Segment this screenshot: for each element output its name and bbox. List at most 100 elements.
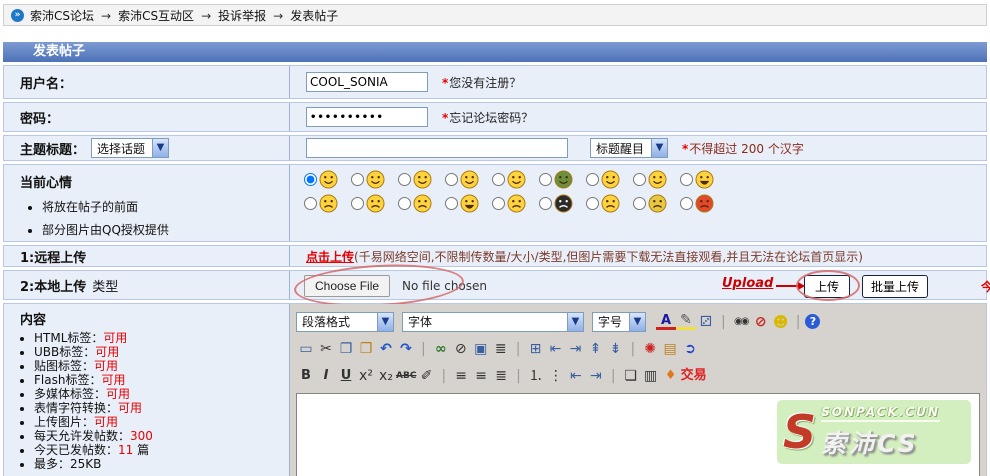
mood-option-wail[interactable]: [445, 194, 479, 213]
mood-radio-naughty[interactable]: [586, 173, 599, 186]
paste-icon[interactable]: ❒: [356, 340, 376, 358]
insert-link-icon[interactable]: ∞: [431, 340, 451, 358]
title-style-select[interactable]: 标题醒目▼: [590, 138, 668, 158]
delete-column-icon[interactable]: ⇟: [605, 340, 625, 358]
breadcrumb-link[interactable]: 索沛CS论坛: [30, 9, 94, 23]
mood-option-penguin[interactable]: [539, 194, 573, 213]
underline-icon[interactable]: U: [336, 367, 356, 385]
breadcrumb-link[interactable]: 发表帖子: [290, 9, 338, 23]
insert-image-icon[interactable]: ▣: [471, 340, 491, 358]
mood-radio-penguin[interactable]: [539, 197, 552, 210]
superscript-icon[interactable]: x²: [356, 367, 376, 385]
align-left-icon[interactable]: ≡: [451, 367, 471, 385]
delete-row-icon[interactable]: ⇞: [585, 340, 605, 358]
batch-upload-button[interactable]: 批量上传: [862, 275, 928, 298]
mood-option-snicker[interactable]: [351, 170, 385, 189]
highlight-icon[interactable]: ✎: [676, 314, 696, 330]
mood-radio-smile[interactable]: [304, 173, 317, 186]
insert-comment-icon[interactable]: ➲: [680, 340, 700, 358]
editor-toolbar-row-2: ▭✂❐❒↶↷|∞⊘▣≣|⊞⇤⇥⇞⇟|✺▤➲: [296, 335, 980, 362]
font-family-select[interactable]: 字体▼: [402, 312, 584, 332]
mood-option-sad[interactable]: [586, 194, 620, 213]
rule-value: 可用: [94, 415, 118, 429]
bullet-list-icon[interactable]: ⋮: [546, 367, 566, 385]
mood-radio-sweat[interactable]: [492, 197, 505, 210]
insert-row-icon[interactable]: ⇤: [545, 340, 565, 358]
username-hint[interactable]: *您没有注册？: [442, 74, 521, 91]
paragraph-format-select[interactable]: 段落格式▼: [296, 312, 394, 332]
mood-option-tongue[interactable]: [492, 170, 526, 189]
mood-option-dizzy[interactable]: [304, 194, 338, 213]
emoticon-icon[interactable]: ☻: [771, 313, 791, 331]
indent-icon[interactable]: ⇥: [586, 367, 606, 385]
breadcrumb-link[interactable]: 索沛CS互动区: [118, 9, 194, 23]
undo-icon[interactable]: ↶: [376, 340, 396, 358]
insert-media-icon[interactable]: ▤: [660, 340, 680, 358]
insert-table-icon[interactable]: ⊞: [525, 340, 545, 358]
mood-radio-hammer[interactable]: [633, 197, 646, 210]
special-char-icon[interactable]: ⚂: [696, 313, 716, 331]
mood-radio-surprised[interactable]: [680, 173, 693, 186]
align-center-icon[interactable]: ≡: [471, 367, 491, 385]
username-input[interactable]: [306, 72, 428, 92]
mood-radio-dizzy[interactable]: [304, 197, 317, 210]
upload-button[interactable]: 上传: [804, 275, 850, 298]
copy-icon[interactable]: ❐: [336, 340, 356, 358]
mood-radio-fury[interactable]: [680, 197, 693, 210]
mood-option-surprised[interactable]: [680, 170, 714, 189]
paste-word-blocked-icon[interactable]: ⊘: [751, 313, 771, 331]
eraser-icon[interactable]: ✐: [416, 367, 436, 385]
mood-option-sleepy[interactable]: [633, 170, 667, 189]
numbered-list-icon[interactable]: ⒈: [526, 367, 546, 385]
mood-option-love[interactable]: [445, 170, 479, 189]
outdent-icon[interactable]: ⇤: [566, 367, 586, 385]
help-icon[interactable]: ?: [805, 314, 820, 329]
bold-icon[interactable]: B: [296, 367, 316, 385]
topic-select[interactable]: 选择话题▼: [91, 138, 169, 158]
italic-icon[interactable]: I: [316, 367, 336, 385]
insert-flash-icon[interactable]: ✺: [640, 340, 660, 358]
mood-option-fury[interactable]: [680, 194, 714, 213]
mood-option-blush[interactable]: [398, 170, 432, 189]
find-icon[interactable]: ◉◉: [731, 313, 751, 331]
mood-option-hammer[interactable]: [633, 194, 667, 213]
font-size-select[interactable]: 字号▼: [592, 312, 646, 332]
align-right-icon[interactable]: ≣: [491, 367, 511, 385]
mood-option-smile[interactable]: [304, 170, 338, 189]
new-document-icon[interactable]: ▭: [296, 340, 316, 358]
redo-icon[interactable]: ↷: [396, 340, 416, 358]
strikethrough-icon[interactable]: ABC: [396, 367, 416, 385]
cut-icon[interactable]: ✂: [316, 340, 336, 358]
mood-radio-love[interactable]: [445, 173, 458, 186]
mood-option-naughty[interactable]: [586, 170, 620, 189]
horizontal-rule-icon[interactable]: ≣: [491, 340, 511, 358]
code-icon[interactable]: ▥: [641, 367, 661, 385]
mood-radio-cry[interactable]: [398, 197, 411, 210]
mood-option-cry[interactable]: [398, 194, 432, 213]
mood-radio-wail[interactable]: [445, 197, 458, 210]
mood-option-soldier[interactable]: [539, 170, 573, 189]
mood-option-sweat[interactable]: [492, 194, 526, 213]
quote-icon[interactable]: ❏: [621, 367, 641, 385]
insert-column-icon[interactable]: ⇥: [565, 340, 585, 358]
password-input[interactable]: [306, 107, 428, 127]
mood-radio-snicker[interactable]: [351, 173, 364, 186]
remove-link-icon[interactable]: ⊘: [451, 340, 471, 358]
mood-radio-angry[interactable]: [351, 197, 364, 210]
password-hint[interactable]: *忘记论坛密码？: [442, 109, 533, 126]
choose-file-button[interactable]: Choose File: [304, 275, 390, 297]
trade-shield-icon[interactable]: ♦: [661, 367, 681, 385]
mood-radio-sad[interactable]: [586, 197, 599, 210]
mood-radio-blush[interactable]: [398, 173, 411, 186]
font-color-icon[interactable]: A: [656, 314, 676, 330]
breadcrumb-link[interactable]: 投诉举报: [218, 9, 266, 23]
mood-radio-sleepy[interactable]: [633, 173, 646, 186]
subject-title-input[interactable]: [306, 138, 568, 158]
mood-radio-soldier[interactable]: [539, 173, 552, 186]
mood-radio-tongue[interactable]: [492, 173, 505, 186]
mood-option-angry[interactable]: [351, 194, 385, 213]
remote-upload-link[interactable]: 点击上传: [306, 248, 354, 265]
trade-label[interactable]: 交易: [681, 367, 707, 385]
editor-text-area[interactable]: S SONPACK.CUN 索沛CS: [296, 393, 980, 476]
subscript-icon[interactable]: x₂: [376, 367, 396, 385]
